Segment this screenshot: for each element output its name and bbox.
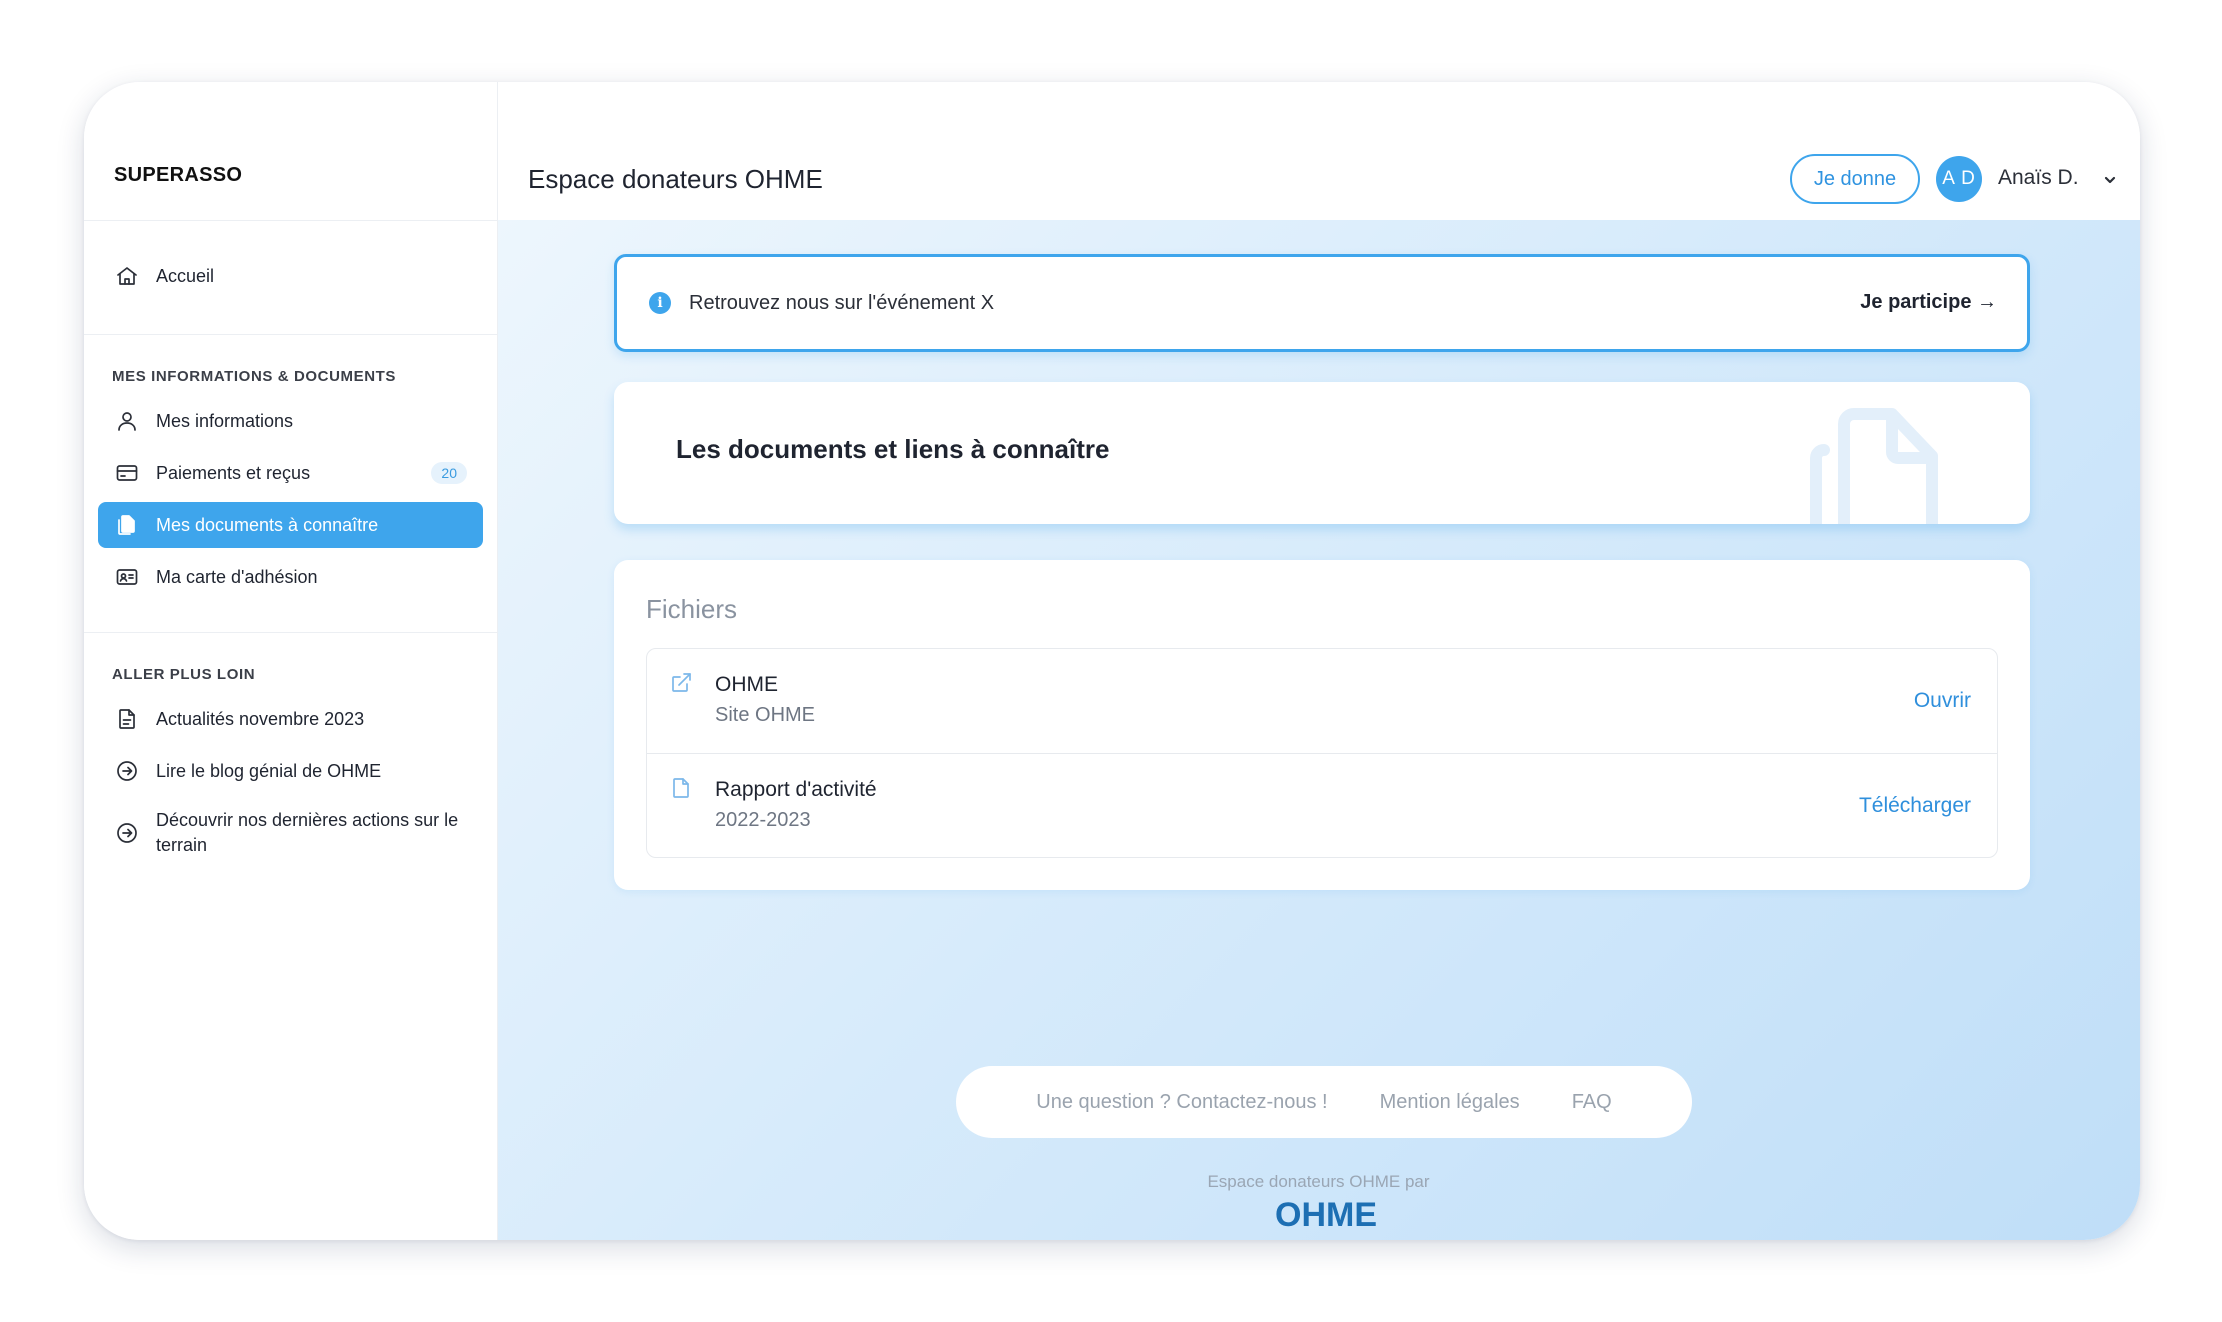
sidebar-item-mes-documents[interactable]: Mes documents à connaître [98, 502, 483, 548]
donate-button[interactable]: Je donne [1790, 154, 1920, 204]
main-content: i Retrouvez nous sur l'événement X Je pa… [498, 220, 2140, 1240]
sidebar-item-label: Actualités novembre 2023 [156, 708, 365, 729]
open-link[interactable]: Ouvrir [1914, 689, 1971, 713]
hero-title: Les documents et liens à connaître [676, 434, 1110, 464]
sidebar-item-accueil[interactable]: Accueil [98, 253, 483, 299]
section-heading-aller-plus-loin: ALLER PLUS LOIN [112, 666, 256, 683]
legal-link[interactable]: Mention légales [1380, 1091, 1520, 1114]
sidebar-item-label: Mes documents à connaître [156, 514, 379, 535]
file-text-icon [114, 706, 140, 732]
powered-by-text: Espace donateurs OHME par [1207, 1172, 1430, 1191]
sidebar-divider [84, 334, 498, 335]
footer-links: Une question ? Contactez-nous ! Mention … [956, 1066, 1692, 1138]
arrow-circle-icon [114, 758, 140, 784]
file-name: Rapport d'activité [715, 778, 877, 801]
file-name: OHME [715, 673, 778, 696]
user-name[interactable]: Anaïs D. [1998, 166, 2079, 190]
sidebar-divider [84, 220, 498, 221]
banner-text: Retrouvez nous sur l'événement X [689, 292, 995, 314]
ohme-logo: OHME [1275, 1196, 1377, 1234]
sidebar: SUPERASSO Accueil MES INFORMATIONS & DOC… [84, 82, 498, 1240]
sidebar-item-actions-terrain[interactable]: Découvrir nos dernières actions sur le t… [98, 802, 483, 864]
sidebar-item-blog[interactable]: Lire le blog génial de OHME [98, 748, 483, 794]
sidebar-item-label: Découvrir nos dernières actions sur le t… [156, 810, 459, 855]
credit-card-icon [114, 460, 140, 486]
sidebar-item-label: Mes informations [156, 410, 294, 431]
file-subtitle: Site OHME [715, 704, 816, 726]
home-icon [114, 263, 140, 289]
sidebar-item-mes-informations[interactable]: Mes informations [98, 398, 483, 444]
contact-link[interactable]: Une question ? Contactez-nous ! [1036, 1091, 1327, 1114]
sidebar-item-label: Paiements et reçus [156, 462, 311, 483]
faq-link[interactable]: FAQ [1572, 1091, 1612, 1114]
top-header: Espace donateurs OHME Je donne A D Anaïs… [498, 82, 2140, 220]
list-item: Rapport d'activité 2022-2023 Télécharger [647, 753, 1997, 857]
ohme-logo-text: OHME [1275, 1196, 1377, 1234]
external-link-icon [669, 671, 693, 695]
section-heading-informations: MES INFORMATIONS & DOCUMENTS [112, 368, 397, 385]
chevron-down-icon[interactable] [2102, 172, 2118, 188]
file-subtitle: 2022-2023 [715, 809, 811, 831]
list-item: OHME Site OHME Ouvrir [647, 649, 1997, 753]
sidebar-item-carte-adhesion[interactable]: Ma carte d'adhésion [98, 554, 483, 600]
id-card-icon [114, 564, 140, 590]
sidebar-item-label: Accueil [156, 265, 215, 286]
download-link[interactable]: Télécharger [1859, 794, 1971, 818]
app-window: SUPERASSO Accueil MES INFORMATIONS & DOC… [84, 82, 2140, 1240]
count-badge: 20 [431, 462, 467, 484]
file-icon [669, 776, 693, 800]
brand-logo: SUPERASSO [114, 164, 243, 186]
arrow-circle-icon [114, 820, 140, 846]
avatar[interactable]: A D [1936, 156, 1982, 202]
sidebar-item-label: Ma carte d'adhésion [156, 566, 318, 587]
participate-link[interactable]: Je participe → [1860, 291, 1997, 314]
page-title: Espace donateurs OHME [528, 164, 823, 194]
user-icon [114, 408, 140, 434]
sidebar-divider [84, 632, 498, 633]
sidebar-item-label: Lire le blog génial de OHME [156, 760, 382, 781]
sidebar-item-actualites[interactable]: Actualités novembre 2023 [98, 696, 483, 742]
documents-hero-card: Les documents et liens à connaître [614, 382, 2030, 524]
event-banner: i Retrouvez nous sur l'événement X Je pa… [614, 254, 2030, 352]
file-list: OHME Site OHME Ouvrir Rapport d'activité… [646, 648, 1998, 858]
documents-icon [114, 512, 140, 538]
documents-decoration-icon [1810, 408, 1938, 524]
files-card: Fichiers OHME Site OHME Ouvrir Rapport d… [614, 560, 2030, 890]
files-title: Fichiers [646, 594, 738, 624]
sidebar-item-paiements[interactable]: Paiements et reçus 20 [98, 450, 483, 496]
info-icon: i [649, 292, 671, 314]
